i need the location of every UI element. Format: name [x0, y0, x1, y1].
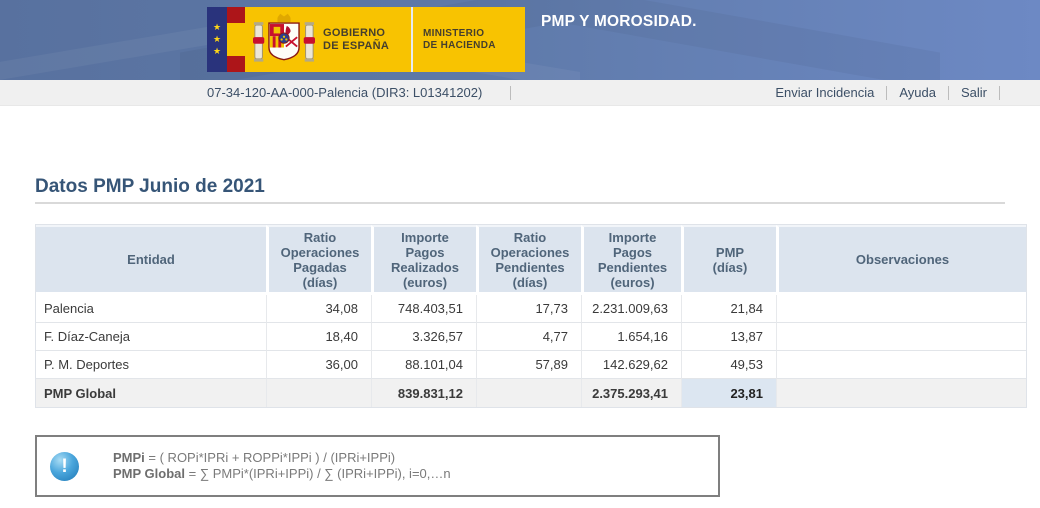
top-banner: ★ ★ ★ GOBIERNO DE ESPAÑA MINISTERIO DE H… — [0, 0, 1040, 80]
formula-bold-label: PMP Global — [113, 466, 185, 481]
info-exclamation-icon: ! — [50, 451, 79, 481]
cell-pmp: 13,87 — [681, 323, 776, 351]
cell-ratio-pendientes: 17,73 — [476, 295, 581, 323]
cell-importe-pendientes: 1.654,16 — [581, 323, 681, 351]
cell-importe-pendientes: 2.231.009,63 — [581, 295, 681, 323]
cell-ratio-pagadas: 18,40 — [266, 323, 371, 351]
logo-ministerio-section: MINISTERIO DE HACIENDA — [413, 7, 525, 72]
table-row-palencia: Palencia 34,08 748.403,51 17,73 2.231.00… — [36, 295, 1026, 323]
cell-importe-realizados: 3.326,57 — [371, 323, 476, 351]
cell-ratio-pendientes: 4,77 — [476, 323, 581, 351]
page-title: Datos PMP Junio de 2021 — [35, 176, 265, 197]
eu-flag-icon: ★ ★ ★ — [207, 7, 227, 72]
main-content: Datos PMP Junio de 2021 Entidad Ratio Op… — [0, 176, 1040, 497]
column-header-entidad: Entidad — [36, 225, 266, 295]
app-title: PMP Y MOROSIDAD. — [541, 13, 697, 30]
link-ayuda[interactable]: Ayuda — [899, 85, 936, 100]
pmp-table: Entidad Ratio Operaciones Pagadas (días)… — [35, 224, 1027, 408]
column-header-observaciones: Observaciones — [776, 225, 1026, 295]
cell-ratio-pagadas: 36,00 — [266, 351, 371, 379]
cell-observaciones — [776, 379, 1026, 407]
spain-coat-of-arms-icon — [253, 13, 315, 62]
cell-importe-pendientes: 142.629,62 — [581, 351, 681, 379]
formula-info-box: ! PMPi = ( ROPi*IPRi + ROPPi*IPPi ) / (I… — [35, 435, 720, 497]
gobierno-espana-logo: ★ ★ ★ GOBIERNO DE ESPAÑA MINISTERIO DE H… — [207, 7, 525, 72]
menubar-separator — [886, 85, 888, 100]
eu-star-icon: ★ — [212, 46, 222, 56]
cell-entidad: F. Díaz-Caneja — [36, 323, 266, 351]
column-header-ratio-pendientes: Ratio Operaciones Pendientes (días) — [476, 225, 581, 295]
formula-line-pmpi: PMPi = ( ROPi*IPRi + ROPPi*IPPi ) / (IPR… — [113, 450, 451, 466]
menubar-separator — [510, 85, 512, 100]
cell-observaciones — [776, 323, 1026, 351]
cell-ratio-pagadas: 34,08 — [266, 295, 371, 323]
table-row-diaz-caneja: F. Díaz-Caneja 18,40 3.326,57 4,77 1.654… — [36, 323, 1026, 351]
formula-line-pmp-global: PMP Global = ∑ PMPi*(IPRi+IPPi) / ∑ (IPR… — [113, 466, 451, 482]
eu-star-icon: ★ — [212, 34, 222, 44]
logo-main-section: GOBIERNO DE ESPAÑA — [245, 7, 411, 72]
cell-importe-realizados: 748.403,51 — [371, 295, 476, 323]
eu-star-icon: ★ — [212, 22, 222, 32]
link-enviar-incidencia[interactable]: Enviar Incidencia — [775, 85, 874, 100]
column-header-pmp: PMP (días) — [681, 225, 776, 295]
column-header-importe-pendientes: Importe Pagos Pendientes (euros) — [581, 225, 681, 295]
cell-observaciones — [776, 351, 1026, 379]
table-row-pmp-global: PMP Global 839.831,12 2.375.293,41 23,81 — [36, 379, 1026, 407]
formula-text: PMPi = ( ROPi*IPRi + ROPPi*IPPi ) / (IPR… — [113, 450, 451, 482]
cell-ratio-pendientes — [476, 379, 581, 407]
formula-rest: = ∑ PMPi*(IPRi+IPPi) / ∑ (IPRi+IPPi), i=… — [185, 466, 451, 481]
cell-ratio-pendientes: 57,89 — [476, 351, 581, 379]
cell-pmp-global: 23,81 — [681, 379, 776, 407]
column-header-importe-realizados: Importe Pagos Realizados (euros) — [371, 225, 476, 295]
cell-entidad: Palencia — [36, 295, 266, 323]
cell-importe-realizados: 839.831,12 — [371, 379, 476, 407]
cell-importe-realizados: 88.101,04 — [371, 351, 476, 379]
cell-importe-pendientes: 2.375.293,41 — [581, 379, 681, 407]
title-divider — [35, 202, 1005, 204]
link-salir[interactable]: Salir — [961, 85, 987, 100]
column-header-ratio-pagadas: Ratio Operaciones Pagadas (días) — [266, 225, 371, 295]
menubar-separator — [947, 85, 949, 100]
cell-entidad: P. M. Deportes — [36, 351, 266, 379]
menubar: 07-34-120-AA-000-Palencia (DIR3: L013412… — [0, 80, 1040, 106]
cell-pmp: 49,53 — [681, 351, 776, 379]
cell-observaciones — [776, 295, 1026, 323]
table-row-pm-deportes: P. M. Deportes 36,00 88.101,04 57,89 142… — [36, 351, 1026, 379]
menubar-separator — [999, 85, 1000, 100]
cell-ratio-pagadas — [266, 379, 371, 407]
gobierno-de-espana-label: GOBIERNO DE ESPAÑA — [323, 26, 390, 52]
formula-rest: = ( ROPi*IPRi + ROPPi*IPPi ) / (IPRi+IPP… — [144, 450, 396, 465]
breadcrumb: 07-34-120-AA-000-Palencia (DIR3: L013412… — [207, 85, 483, 100]
cell-pmp: 21,84 — [681, 295, 776, 323]
table-header-row: Entidad Ratio Operaciones Pagadas (días)… — [36, 225, 1026, 295]
formula-bold-label: PMPi — [113, 450, 145, 465]
cell-entidad: PMP Global — [36, 379, 266, 407]
ministerio-de-hacienda-label: MINISTERIO DE HACIENDA — [423, 27, 496, 51]
spain-flag-icon — [227, 7, 245, 72]
